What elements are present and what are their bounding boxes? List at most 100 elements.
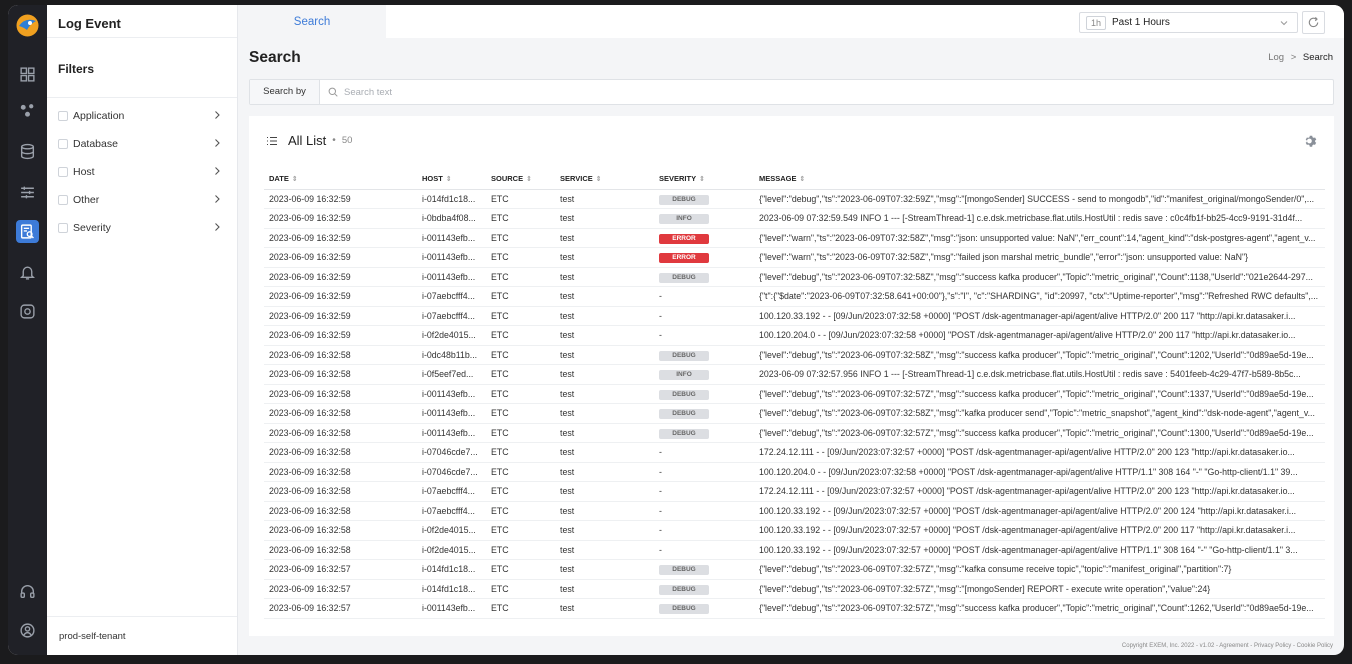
table-row[interactable]: 2023-06-09 16:32:58 i-07aebcfff4... ETC tes…: [264, 481, 1325, 502]
table-row[interactable]: 2023-06-09 16:32:59 i-001143efb... ETC test…: [264, 247, 1325, 268]
cell-date: 2023-06-09 16:32:58: [264, 442, 417, 463]
time-range-select[interactable]: 1h Past 1 Hours: [1079, 12, 1298, 33]
cell-service: test: [555, 579, 654, 599]
col-label: MESSAGE: [759, 174, 797, 184]
table-row[interactable]: 2023-06-09 16:32:58 i-07aebcfff4... ETC tes…: [264, 501, 1325, 521]
cell-date: 2023-06-09 16:32:58: [264, 462, 417, 482]
breadcrumb-root[interactable]: Log: [1268, 52, 1284, 63]
gear-icon[interactable]: [1304, 134, 1318, 148]
cell-date: 2023-06-09 16:32:57: [264, 598, 417, 619]
search-input[interactable]: [344, 86, 1244, 98]
cell-date: 2023-06-09 16:32:57: [264, 579, 417, 599]
col-source[interactable]: SOURCE ⇕: [486, 169, 555, 190]
table-row[interactable]: 2023-06-09 16:32:58 i-07046cde7... ETC test…: [264, 442, 1325, 463]
col-message[interactable]: MESSAGE ⇕: [754, 169, 1325, 190]
cell-date: 2023-06-09 16:32:58: [264, 384, 417, 404]
table-row[interactable]: 2023-06-09 16:32:59 i-0bdba4f08... ETC test…: [264, 208, 1325, 229]
filter-item-host[interactable]: Host: [47, 158, 237, 186]
list-icon: [267, 136, 277, 145]
cell-source: ETC: [486, 520, 555, 541]
filter-checkbox[interactable]: [58, 139, 68, 149]
support-icon[interactable]: [16, 580, 39, 603]
table-row[interactable]: 2023-06-09 16:32:59 i-001143efb... ETC test…: [264, 267, 1325, 287]
cell-date: 2023-06-09 16:32:59: [264, 325, 417, 346]
table-row[interactable]: 2023-06-09 16:32:59 i-014fd1c18... ETC test…: [264, 189, 1325, 209]
filter-item-other[interactable]: Other: [47, 186, 237, 214]
cell-source: ETC: [486, 267, 555, 287]
settings-box-icon[interactable]: [16, 300, 39, 323]
refresh-button[interactable]: [1302, 11, 1325, 34]
dashboard-icon[interactable]: [16, 63, 39, 86]
table-row[interactable]: 2023-06-09 16:32:58 i-0f5eef7ed... ETC test…: [264, 364, 1325, 385]
cell-host: i-0dc48b11b...: [417, 345, 486, 365]
col-host[interactable]: HOST ⇕: [417, 169, 486, 190]
refresh-icon: [1308, 17, 1319, 28]
filter-item-database[interactable]: Database: [47, 130, 237, 158]
sort-icon[interactable]: ⇕: [526, 176, 532, 183]
table-row[interactable]: 2023-06-09 16:32:59 i-07aebcfff4... ETC tes…: [264, 286, 1325, 307]
cell-date: 2023-06-09 16:32:59: [264, 189, 417, 209]
sort-icon[interactable]: ⇕: [699, 176, 705, 183]
tab-search[interactable]: Search: [238, 5, 386, 38]
table-row[interactable]: 2023-06-09 16:32:58 i-0dc48b11b... ETC test…: [264, 345, 1325, 365]
bell-icon[interactable]: [16, 261, 39, 284]
severity-badge: DEBUG: [659, 350, 709, 361]
table-row[interactable]: 2023-06-09 16:32:57 i-014fd1c18... ETC test…: [264, 579, 1325, 599]
cell-severity: DEBUG: [654, 423, 754, 443]
search-bar: Search by: [249, 79, 1334, 105]
severity-badge: ERROR: [659, 233, 709, 244]
table-row[interactable]: 2023-06-09 16:32:59 i-07aebcfff4... ETC tes…: [264, 306, 1325, 326]
table-row[interactable]: 2023-06-09 16:32:57 i-001143efb... ETC test…: [264, 598, 1325, 619]
table-row[interactable]: 2023-06-09 16:32:58 i-0f2de4015... ETC test…: [264, 540, 1325, 560]
cell-message: 100.120.204.0 - - [09/Jun/2023:07:32:58 …: [754, 462, 1325, 482]
table-row[interactable]: 2023-06-09 16:32:58 i-001143efb... ETC test…: [264, 423, 1325, 443]
col-severity[interactable]: SEVERITY ⇕: [654, 169, 754, 190]
chevron-right-icon: [215, 139, 220, 147]
sort-icon[interactable]: ⇕: [446, 176, 452, 183]
cell-service: test: [555, 540, 654, 560]
log-table-body: 2023-06-09 16:32:59 i-014fd1c18... ETC test…: [264, 189, 1325, 619]
list-dot: •: [332, 135, 336, 146]
log-search-icon[interactable]: [16, 220, 39, 243]
table-row[interactable]: 2023-06-09 16:32:58 i-0f2de4015... ETC test…: [264, 520, 1325, 541]
cell-service: test: [555, 325, 654, 346]
logo-icon[interactable]: [15, 13, 40, 38]
filter-checkbox[interactable]: [58, 167, 68, 177]
user-icon[interactable]: [16, 619, 39, 642]
filter-checkbox[interactable]: [58, 223, 68, 233]
cell-severity: DEBUG: [654, 403, 754, 424]
filter-checkbox[interactable]: [58, 195, 68, 205]
cell-host: i-001143efb...: [417, 423, 486, 443]
table-row[interactable]: 2023-06-09 16:32:58 i-001143efb... ETC test…: [264, 403, 1325, 424]
cell-date: 2023-06-09 16:32:59: [264, 286, 417, 307]
col-label: HOST: [422, 174, 443, 184]
cell-host: i-001143efb...: [417, 267, 486, 287]
cell-host: i-0bdba4f08...: [417, 208, 486, 229]
cell-severity: -: [654, 501, 754, 521]
cell-message: 100.120.33.192 - - [09/Jun/2023:07:32:57…: [754, 501, 1325, 521]
cell-source: ETC: [486, 442, 555, 463]
col-date[interactable]: DATE ⇕: [264, 169, 417, 190]
table-row[interactable]: 2023-06-09 16:32:59 i-0f2de4015... ETC test…: [264, 325, 1325, 346]
filter-item-application[interactable]: Application: [47, 102, 237, 130]
search-by-button[interactable]: Search by: [250, 80, 320, 104]
sliders-icon[interactable]: [16, 181, 39, 204]
topology-icon[interactable]: [16, 99, 39, 122]
cell-host: i-07aebcfff4...: [417, 286, 486, 307]
filter-item-severity[interactable]: Severity: [47, 214, 237, 242]
cell-date: 2023-06-09 16:32:57: [264, 559, 417, 580]
severity-badge: DEBUG: [659, 409, 709, 420]
table-row[interactable]: 2023-06-09 16:32:59 i-001143efb... ETC test…: [264, 228, 1325, 248]
table-row[interactable]: 2023-06-09 16:32:57 i-014fd1c18... ETC test…: [264, 559, 1325, 580]
table-row[interactable]: 2023-06-09 16:32:58 i-001143efb... ETC test…: [264, 384, 1325, 404]
database-icon[interactable]: [16, 140, 39, 163]
table-row[interactable]: 2023-06-09 16:32:58 i-07046cde7... ETC test…: [264, 462, 1325, 482]
sort-icon[interactable]: ⇕: [800, 176, 806, 183]
sort-icon[interactable]: ⇕: [292, 176, 298, 183]
tenant-name[interactable]: prod-self-tenant: [59, 631, 126, 642]
sort-icon[interactable]: ⇕: [596, 176, 602, 183]
cell-message: {"level":"debug","ts":"2023-06-09T07:32:…: [754, 345, 1325, 365]
col-service[interactable]: SERVICE ⇕: [555, 169, 654, 190]
filter-checkbox[interactable]: [58, 111, 68, 121]
cell-service: test: [555, 481, 654, 502]
